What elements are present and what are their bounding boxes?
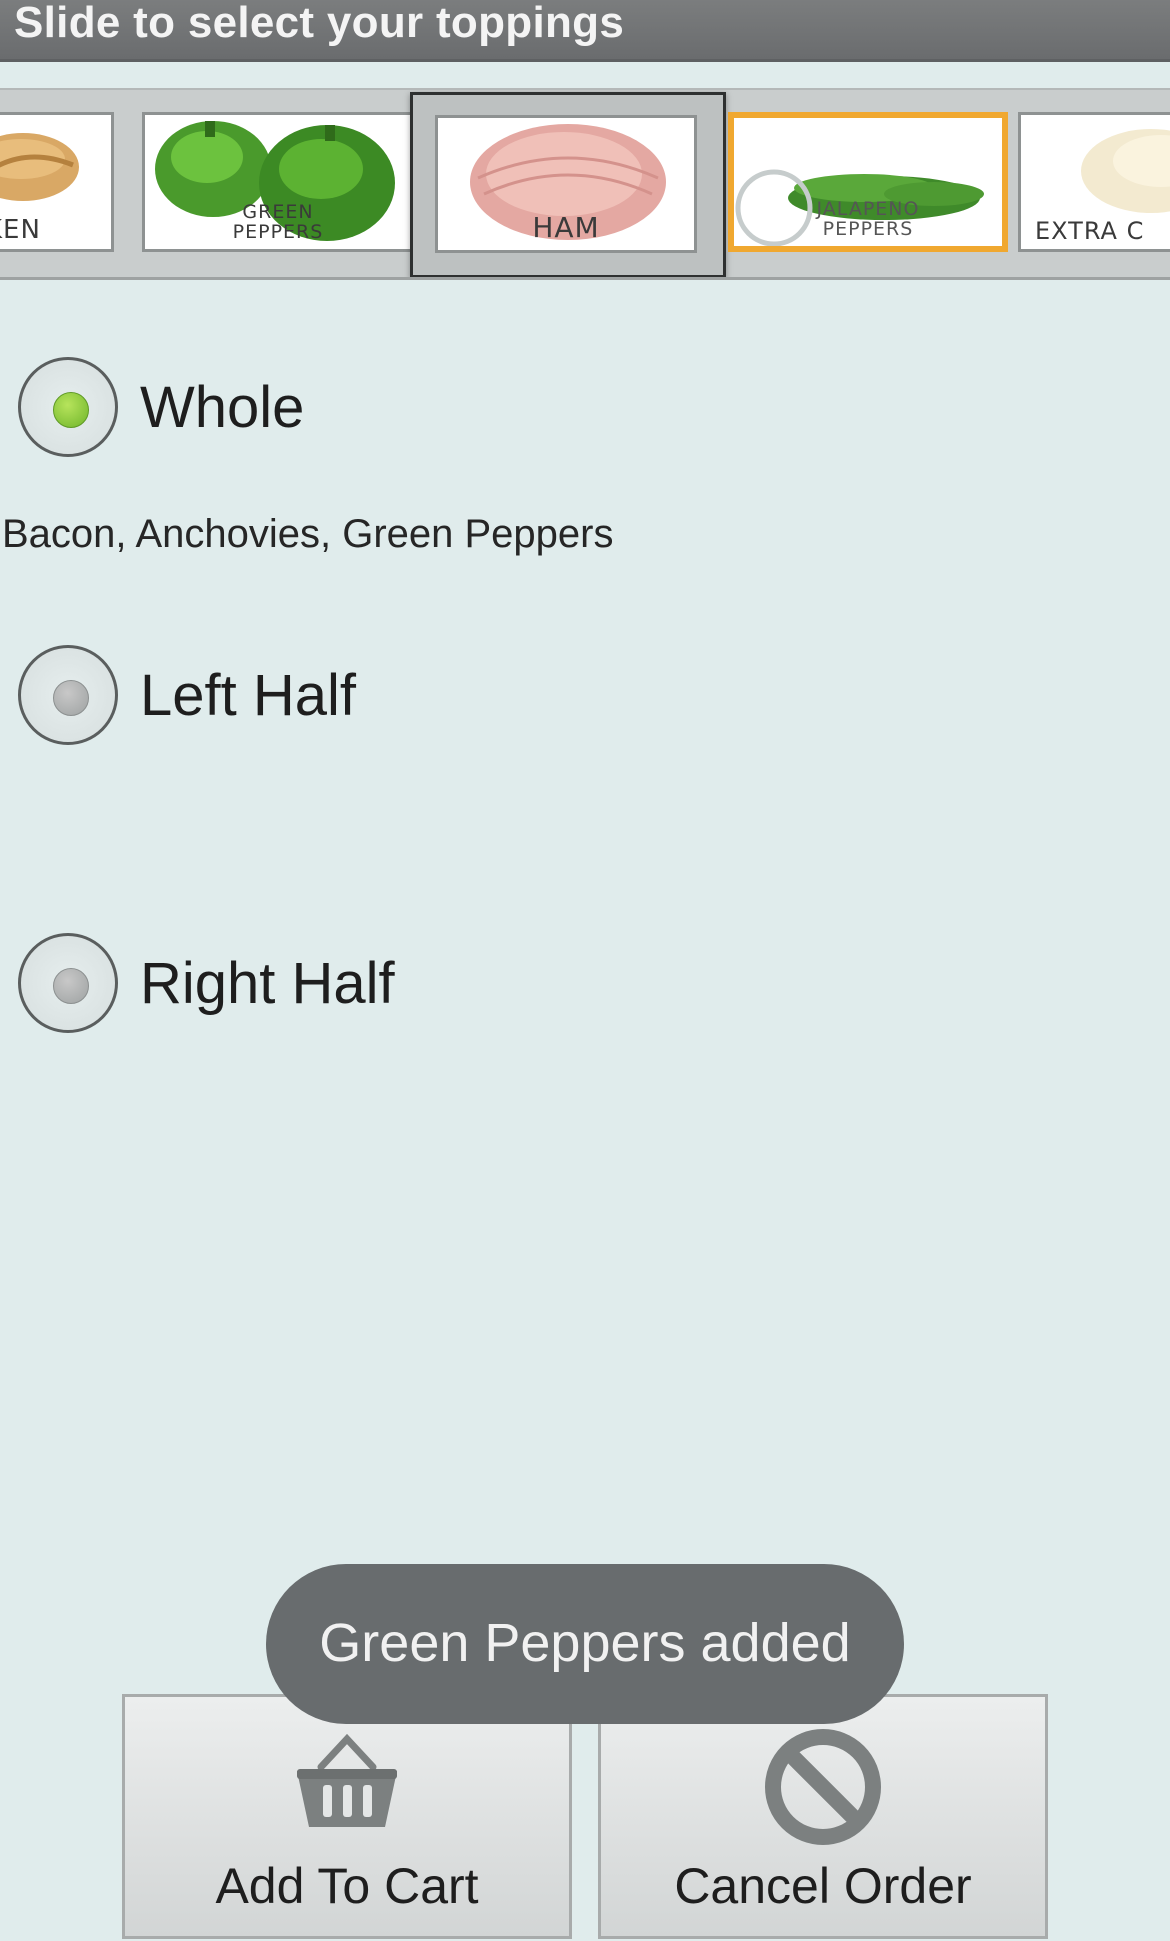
title-bar: Slide to select your toppings (0, 0, 1170, 62)
radio-unchecked-indicator (53, 968, 89, 1004)
cancel-order-button[interactable]: Cancel Order (598, 1694, 1048, 1939)
cancel-icon (765, 1729, 881, 1845)
cancel-order-label: Cancel Order (674, 1858, 972, 1914)
add-to-cart-button[interactable]: Add To Cart (122, 1694, 572, 1939)
topping-label: HAM (532, 211, 600, 244)
topping-image-frame: HAM (435, 115, 697, 253)
selected-toppings-summary: Bacon, Anchovies, Green Peppers (2, 512, 614, 556)
radio-whole[interactable]: Whole (18, 357, 618, 461)
radio-button[interactable] (18, 357, 118, 457)
basket-icon (297, 1733, 397, 1827)
topping-tile-chicken[interactable]: KEN (0, 112, 114, 252)
radio-left-half[interactable]: Left Half (18, 645, 618, 749)
topping-tile-green-peppers[interactable]: GREEN PEPPERS (142, 112, 414, 252)
toast-notification: Green Peppers added (266, 1564, 904, 1724)
topping-label: KEN (0, 215, 41, 245)
topping-label: GREEN PEPPERS (232, 201, 324, 244)
toast-message: Green Peppers added (319, 1613, 851, 1673)
page-title: Slide to select your toppings (14, 0, 625, 47)
radio-checked-indicator (53, 392, 89, 428)
radio-button[interactable] (18, 645, 118, 745)
topping-label: EXTRA C (1035, 217, 1145, 245)
radio-label: Whole (140, 375, 305, 440)
topping-tile-extra-cheese[interactable]: EXTRA C (1018, 112, 1170, 252)
topping-label: JALAPENO PEPPERS (816, 198, 920, 241)
radio-label: Right Half (140, 951, 395, 1016)
topping-tile-ham[interactable]: HAM (410, 92, 726, 277)
topping-tile-jalapeno-peppers[interactable]: JALAPENO PEPPERS (728, 112, 1008, 252)
radio-right-half[interactable]: Right Half (18, 933, 618, 1037)
add-to-cart-label: Add To Cart (215, 1858, 479, 1914)
radio-unchecked-indicator (53, 680, 89, 716)
toppings-carousel[interactable]: KEN GREEN PEPPERS HAM (0, 88, 1170, 280)
radio-button[interactable] (18, 933, 118, 1033)
radio-label: Left Half (140, 663, 356, 728)
